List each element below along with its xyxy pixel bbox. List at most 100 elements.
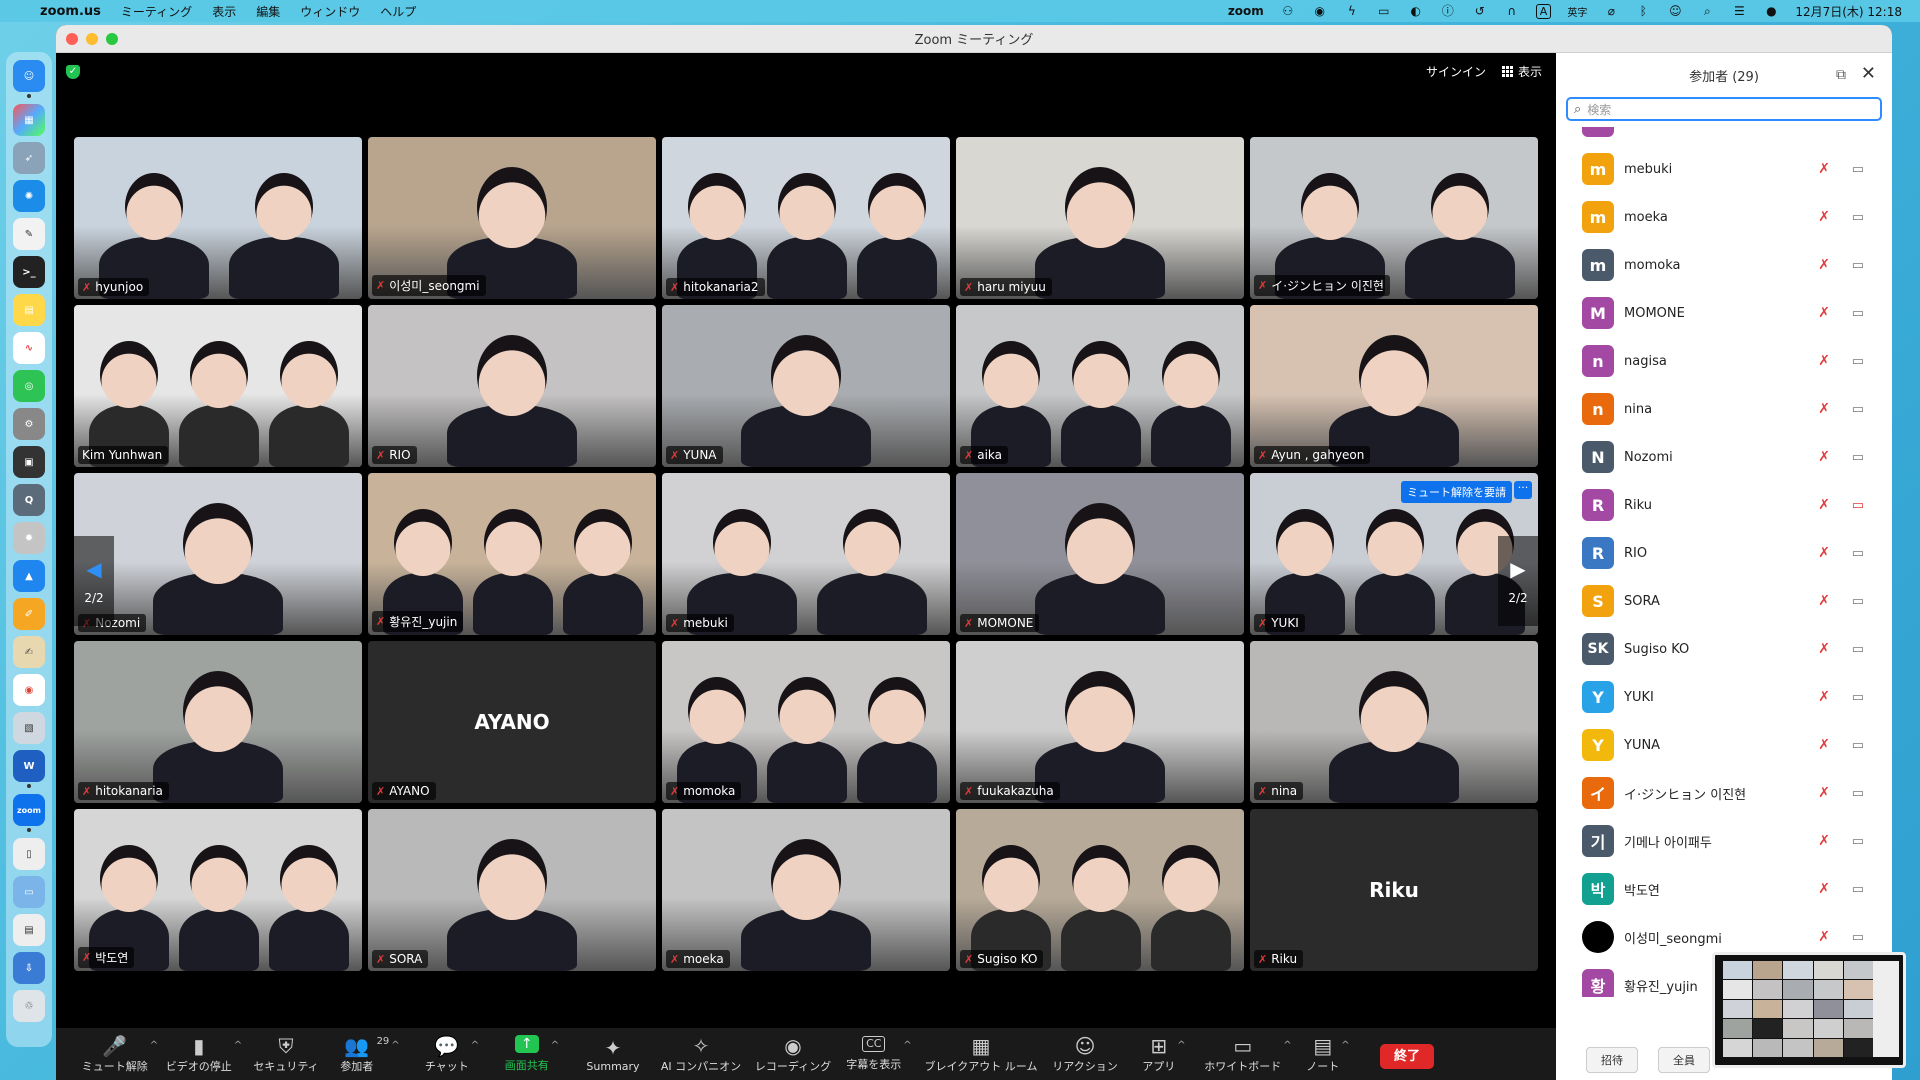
- camera-icon[interactable]: ▭: [1852, 127, 1864, 129]
- video-tile[interactable]: ✗ moeka: [662, 809, 950, 971]
- camera-icon[interactable]: ▭: [1852, 594, 1864, 609]
- find-my-icon[interactable]: ◎: [13, 370, 45, 402]
- app-menu[interactable]: zoom.us: [40, 4, 101, 19]
- mic-muted-icon[interactable]: ✗: [1818, 161, 1830, 177]
- input-mode-icon[interactable]: A: [1535, 3, 1552, 19]
- info-icon[interactable]: ⓘ: [1440, 4, 1456, 18]
- signin-button[interactable]: サインイン: [1426, 63, 1486, 80]
- camera-icon[interactable]: ▭: [1852, 882, 1864, 897]
- video-tile[interactable]: Riku ✗ Riku: [1250, 809, 1538, 971]
- camera-icon[interactable]: ▭: [1852, 834, 1864, 849]
- headphones-icon[interactable]: ∩: [1504, 4, 1520, 18]
- notes-app-icon[interactable]: ▤: [13, 294, 45, 326]
- view-button[interactable]: 表示: [1501, 63, 1542, 80]
- mic-muted-icon[interactable]: ✗: [1818, 545, 1830, 561]
- camera-icon[interactable]: ▭: [1852, 354, 1864, 369]
- menu-meeting[interactable]: ミーティング: [121, 3, 192, 20]
- video-tile[interactable]: ✗ 황유진_yujin: [368, 473, 656, 635]
- mic-muted-icon[interactable]: ✗: [1818, 737, 1830, 753]
- participant-row[interactable]: S SORA ✗ ▭: [1556, 577, 1892, 625]
- video-tile[interactable]: ✗ 박도연: [74, 809, 362, 971]
- bluetooth-icon[interactable]: ᛒ: [1635, 4, 1651, 18]
- mic-muted-icon[interactable]: ✗: [1818, 833, 1830, 849]
- video-tile[interactable]: ✗ MOMONE: [956, 473, 1244, 635]
- system-settings-icon[interactable]: ⚙: [13, 408, 45, 440]
- document-icon[interactable]: ▯: [13, 838, 45, 870]
- next-page-button[interactable]: ▶ 2/2: [1498, 536, 1538, 626]
- minimize-window-button[interactable]: [86, 33, 98, 45]
- rocket-icon[interactable]: ➶: [13, 142, 45, 174]
- toolbar-summary-button[interactable]: ✦ Summary: [586, 1028, 639, 1080]
- moon-icon[interactable]: ◐: [1408, 4, 1424, 18]
- word-icon[interactable]: W: [13, 750, 45, 782]
- disk-utility-icon[interactable]: ✹: [13, 522, 45, 554]
- camera-icon[interactable]: ▭: [1852, 546, 1864, 561]
- video-tile[interactable]: ✗ RIO: [368, 305, 656, 467]
- video-tile[interactable]: ✗Nozomi: [74, 473, 362, 635]
- video-tile[interactable]: ✗ fuukakazuha: [956, 641, 1244, 803]
- end-meeting-button[interactable]: 終了: [1380, 1043, 1435, 1069]
- search-icon[interactable]: ⌕: [1699, 4, 1715, 18]
- ask-unmute-button[interactable]: ミュート解除を要請: [1401, 481, 1512, 503]
- camera-icon[interactable]: ▭: [1852, 306, 1864, 321]
- broadcast-icon[interactable]: ◉: [1312, 4, 1328, 18]
- mic-muted-icon[interactable]: ✗: [1818, 449, 1830, 465]
- menu-help[interactable]: ヘルプ: [380, 3, 416, 20]
- mic-muted-icon[interactable]: ✗: [1818, 127, 1830, 129]
- participant-row[interactable]: n nagisa ✗ ▭: [1556, 337, 1892, 385]
- binoculars-icon[interactable]: ⚇: [1280, 4, 1296, 18]
- preview-icon[interactable]: ▧: [13, 712, 45, 744]
- participant-row[interactable]: SK Sugiso KO ✗ ▭: [1556, 625, 1892, 673]
- mic-muted-icon[interactable]: ✗: [1818, 641, 1830, 657]
- menu-edit[interactable]: 編集: [256, 3, 280, 20]
- toolbar-breakout-button[interactable]: ▦ ブレイクアウト ルーム: [925, 1028, 1038, 1080]
- close-panel-icon[interactable]: ✕: [1861, 63, 1876, 84]
- video-tile[interactable]: AYANO ✗ AYANO: [368, 641, 656, 803]
- toolbar-notes-button[interactable]: ▤ ノート: [1306, 1028, 1339, 1080]
- video-tile[interactable]: ✗ hitokanaria2: [662, 137, 950, 299]
- participant-row[interactable]: N Nozomi ✗ ▭: [1556, 433, 1892, 481]
- participant-row[interactable]: イイ·ジンヒョン 이진현 ✗ ▭: [1556, 769, 1892, 817]
- mic-muted-icon[interactable]: ✗: [1818, 257, 1830, 273]
- photo-booth-icon[interactable]: ▣: [13, 446, 45, 478]
- terminal-icon[interactable]: >_: [13, 256, 45, 288]
- menu-view[interactable]: 表示: [212, 3, 236, 20]
- clock[interactable]: 12月7日(木) 12:18: [1795, 3, 1902, 20]
- toolbar-ai-companion-button[interactable]: ✧ AI コンパニオン: [661, 1028, 741, 1080]
- launchpad-icon[interactable]: ▦: [13, 104, 45, 136]
- camera-icon[interactable]: ▭: [1852, 690, 1864, 705]
- participant-row[interactable]: 박 박도연 ✗ ▭: [1556, 865, 1892, 913]
- downloads-icon[interactable]: ⇩: [13, 952, 45, 984]
- video-tile[interactable]: ✗ Ayun , gahyeon: [1250, 305, 1538, 467]
- user-icon[interactable]: ☺: [1667, 4, 1683, 18]
- toolbar-cc-button[interactable]: CC 字幕を表示: [846, 1028, 901, 1080]
- siri-icon[interactable]: ●: [1763, 4, 1779, 18]
- toolbar-apps-button[interactable]: ⊞ アプリ: [1142, 1028, 1175, 1080]
- caret-up-icon[interactable]: ^: [1283, 1040, 1291, 1051]
- camera-icon[interactable]: ▭: [1852, 162, 1864, 177]
- camera-icon[interactable]: ▭: [1852, 930, 1864, 945]
- video-tile[interactable]: ✗ nina: [1250, 641, 1538, 803]
- mute-all-button[interactable]: 全員: [1658, 1047, 1710, 1073]
- trash-icon[interactable]: ♲: [13, 990, 45, 1022]
- camera-off-icon[interactable]: ▭: [1852, 498, 1864, 513]
- script-editor-icon[interactable]: ✎: [13, 218, 45, 250]
- participant-row[interactable]: Y YUNA ✗ ▭: [1556, 721, 1892, 769]
- camera-icon[interactable]: ▭: [1852, 210, 1864, 225]
- participant-row[interactable]: m moeka ✗ ▭: [1556, 193, 1892, 241]
- mic-muted-icon[interactable]: ✗: [1818, 593, 1830, 609]
- toolbar-video-button[interactable]: ▮ ビデオの停止: [166, 1028, 232, 1080]
- caret-up-icon[interactable]: ^: [903, 1040, 911, 1051]
- participant-row[interactable]: m mebuki ✗ ▭: [1556, 145, 1892, 193]
- participant-row[interactable]: R Riku ✗ ▭: [1556, 481, 1892, 529]
- mic-muted-icon[interactable]: ✗: [1818, 401, 1830, 417]
- toolbar-record-button[interactable]: ◉ レコーディング: [755, 1028, 831, 1080]
- invite-button[interactable]: 招待: [1586, 1047, 1638, 1073]
- safari-icon[interactable]: ✺: [13, 180, 45, 212]
- mic-muted-icon[interactable]: ✗: [1818, 881, 1830, 897]
- popout-icon[interactable]: ⧉: [1836, 67, 1846, 83]
- camera-icon[interactable]: ▭: [1852, 738, 1864, 753]
- camera-icon[interactable]: ▭: [1852, 402, 1864, 417]
- caret-up-icon[interactable]: ^: [471, 1040, 479, 1051]
- freeform-icon[interactable]: ∿: [13, 332, 45, 364]
